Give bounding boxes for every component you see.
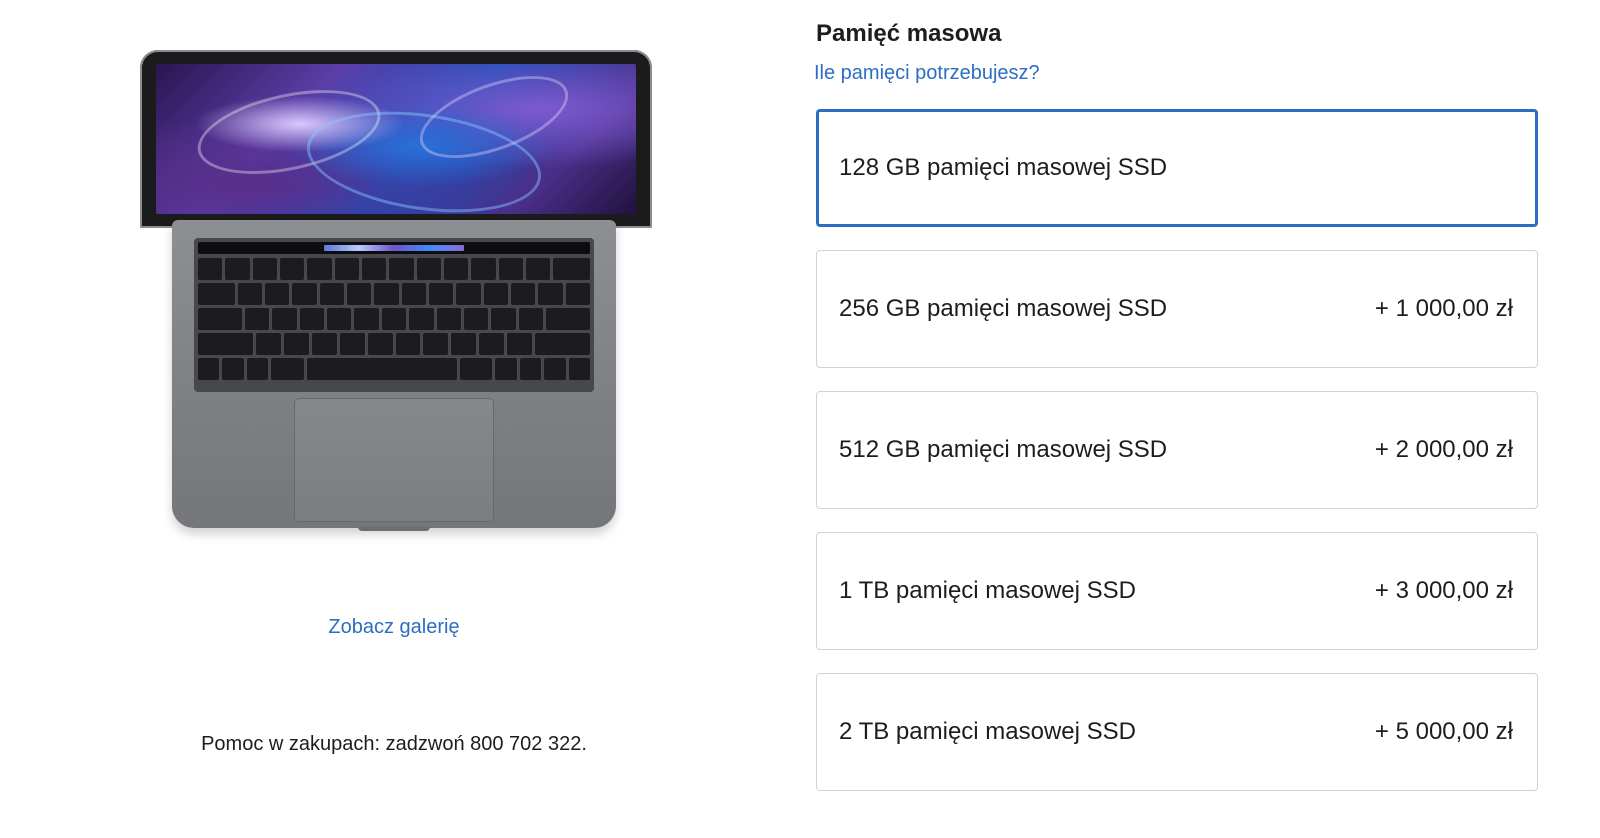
- storage-option-label: 1 TB pamięci masowej SSD: [839, 577, 1136, 604]
- laptop-base: [172, 220, 616, 531]
- trackpad: [294, 398, 494, 522]
- laptop-keyboard: [194, 238, 594, 392]
- storage-option-label: 512 GB pamięci masowej SSD: [839, 436, 1168, 463]
- storage-option-price: + 2 000,00 zł: [1374, 436, 1513, 463]
- storage-option-128gb[interactable]: 128 GB pamięci masowej SSD: [816, 109, 1538, 227]
- configurator-page: Zobacz galerię Pomoc w zakupach: zadzwoń…: [0, 0, 1600, 838]
- storage-section-title: Pamięć masowa: [816, 20, 1002, 47]
- storage-option-price: + 5 000,00 zł: [1374, 718, 1513, 745]
- storage-option-2tb[interactable]: 2 TB pamięci masowej SSD + 5 000,00 zł: [816, 673, 1538, 791]
- purchase-help-text: Pomoc w zakupach: zadzwoń 800 702 322.: [201, 733, 587, 755]
- storage-option-1tb[interactable]: 1 TB pamięci masowej SSD + 3 000,00 zł: [816, 532, 1538, 650]
- storage-help-link[interactable]: Ile pamięci potrzebujesz?: [814, 62, 1040, 85]
- product-preview-column: Zobacz galerię Pomoc w zakupach: zadzwoń…: [0, 0, 800, 838]
- view-gallery-link[interactable]: Zobacz galerię: [0, 616, 788, 639]
- storage-option-label: 256 GB pamięci masowej SSD: [839, 295, 1168, 322]
- storage-option-price: + 1 000,00 zł: [1374, 295, 1513, 322]
- laptop-screen: [156, 64, 636, 214]
- storage-option-label: 2 TB pamięci masowej SSD: [839, 718, 1136, 745]
- laptop-image: [136, 50, 656, 550]
- storage-option-label: 128 GB pamięci masowej SSD: [839, 154, 1168, 181]
- touch-bar: [198, 242, 590, 254]
- laptop-lid: [140, 50, 652, 228]
- storage-option-512gb[interactable]: 512 GB pamięci masowej SSD + 2 000,00 zł: [816, 391, 1538, 509]
- storage-option-price: + 3 000,00 zł: [1374, 577, 1513, 604]
- storage-option-256gb[interactable]: 256 GB pamięci masowej SSD + 1 000,00 zł: [816, 250, 1538, 368]
